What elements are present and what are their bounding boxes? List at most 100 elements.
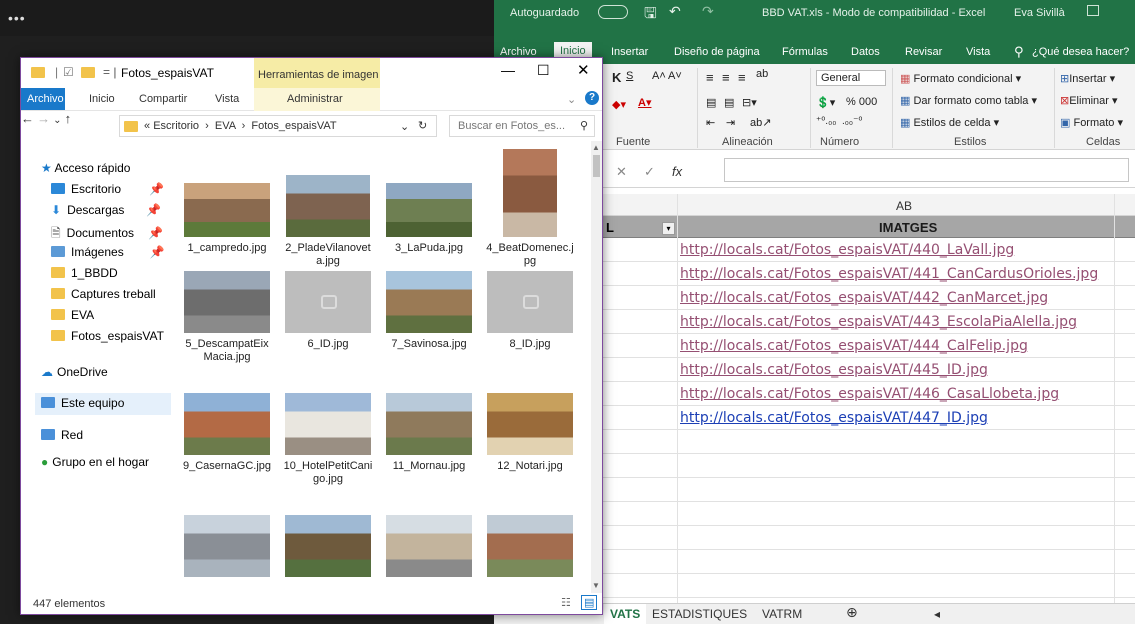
file-tile[interactable] (484, 515, 576, 582)
hyperlink-cell[interactable]: http://locals.cat/Fotos_espaisVAT/441_Ca… (680, 266, 1098, 282)
orientation-icon[interactable]: ab↗ (750, 116, 771, 129)
nav-acceso-rapido[interactable]: ★ Acceso rápido (41, 161, 130, 175)
align-left-icon[interactable]: ▤ (706, 96, 716, 109)
qat-dropdown-icon[interactable]: = | (103, 65, 116, 79)
nav-grupo-hogar[interactable]: ● Grupo en el hogar (41, 455, 149, 469)
tools-tab-herramientas[interactable]: Herramientas de imagen (254, 58, 380, 88)
new-folder-icon[interactable] (81, 67, 95, 78)
fx-icon[interactable]: fx (672, 164, 682, 179)
nav-descargas[interactable]: ⬇ Descargas 📌 (51, 203, 161, 217)
tab-compartir[interactable]: Compartir (139, 93, 187, 105)
help-icon[interactable]: ? (585, 91, 599, 105)
align-bottom-icon[interactable]: ≡ (738, 70, 746, 85)
merge-icon[interactable]: ⊟▾ (742, 96, 757, 109)
nav-fotos-espaisvat[interactable]: Fotos_espaisVAT (51, 329, 164, 343)
path-breadcrumb[interactable]: « Escritorio › EVA › Fotos_espaisVAT ⌄ ↻ (119, 115, 437, 137)
grow-font-icon[interactable]: A˄ (652, 70, 666, 82)
nav-imagenes[interactable]: Imágenes 📌 (51, 245, 165, 259)
indent-decrease-icon[interactable]: ⇤ (706, 116, 715, 129)
tab-diseno-pagina[interactable]: Diseño de página (674, 46, 760, 58)
tab-insertar[interactable]: Insertar (611, 46, 648, 58)
nav-red[interactable]: Red (41, 428, 83, 442)
file-tile[interactable]: 2_PladeVilanoveta.jpg (282, 149, 374, 268)
nav-onedrive[interactable]: ☁ OneDrive (41, 365, 108, 379)
sheet-tab-estadistiques[interactable]: ESTADISTIQUES (652, 607, 747, 621)
file-tile[interactable]: 3_LaPuda.jpg (383, 149, 475, 255)
format-cells-button[interactable]: ▣ Formato ▾ (1060, 116, 1123, 129)
file-tile[interactable]: 7_Savinosa.jpg (383, 271, 475, 351)
scroll-up-icon[interactable]: ▲ (592, 143, 600, 152)
tab-inicio-explorer[interactable]: Inicio (89, 93, 115, 105)
more-icon[interactable]: ••• (8, 10, 26, 26)
nav-documentos[interactable]: 🗎 Documentos 📌 (51, 224, 163, 245)
add-sheet-icon[interactable]: ⊕ (846, 604, 858, 621)
hyperlink-cell[interactable]: http://locals.cat/Fotos_espaisVAT/443_Es… (680, 314, 1077, 330)
indent-increase-icon[interactable]: ⇥ (726, 116, 735, 129)
breadcrumb-escritorio[interactable]: Escritorio (153, 120, 199, 132)
bold-button[interactable]: K (612, 70, 621, 85)
wrap-text-icon[interactable]: ab (756, 68, 768, 80)
file-tile[interactable]: 1_campredo.jpg (181, 149, 273, 255)
file-tile[interactable]: 5_DescampatEixMacia.jpg (181, 271, 273, 364)
enter-icon[interactable]: ✓ (644, 164, 655, 180)
number-format-select[interactable]: General (816, 70, 886, 86)
tell-me-input[interactable]: ¿Qué desea hacer? (1032, 46, 1129, 58)
excel-user[interactable]: Eva Sivillà (1014, 7, 1065, 19)
tab-vista[interactable]: Vista (966, 46, 990, 58)
file-tile[interactable]: 4_BeatDomenec.jpg (484, 149, 576, 268)
undo-icon[interactable]: ↶ (669, 3, 681, 20)
minimize-button[interactable]: — (501, 62, 515, 78)
fill-color-icon[interactable]: ◆▾ (612, 98, 626, 111)
align-middle-icon[interactable]: ≡ (722, 70, 730, 85)
header-cell-imatges[interactable]: IMATGES (879, 220, 937, 235)
filter-dropdown-icon[interactable]: ▾ (662, 222, 675, 235)
sheet-tab-vatrm[interactable]: VATRM (762, 607, 802, 621)
nav-1-bbdd[interactable]: 1_BBDD (51, 266, 118, 280)
column-ab-header[interactable]: AB (896, 199, 912, 213)
shrink-font-icon[interactable]: A˅ (668, 70, 682, 82)
hyperlink-cell[interactable]: http://locals.cat/Fotos_espaisVAT/446_Ca… (680, 386, 1059, 402)
thumbnails-view-icon[interactable]: ▤ (581, 595, 598, 610)
details-view-icon[interactable]: ☷ (561, 596, 571, 609)
font-color-icon[interactable]: A▾ (638, 96, 651, 109)
tab-datos[interactable]: Datos (851, 46, 880, 58)
tab-archivo-explorer[interactable]: Archivo (21, 88, 65, 110)
search-icon[interactable]: ⚲ (1014, 44, 1024, 60)
hscroll-left-icon[interactable]: ◂ (934, 607, 940, 621)
ribbon-display-icon[interactable] (1087, 5, 1099, 16)
insert-cells-button[interactable]: ⊞Insertar ▾ (1060, 72, 1115, 85)
search-icon[interactable]: ⚲ (580, 119, 588, 132)
nav-este-equipo[interactable]: Este equipo (35, 393, 171, 415)
tab-vista-explorer[interactable]: Vista (215, 93, 239, 105)
forward-icon[interactable]: → (37, 111, 50, 126)
currency-icon[interactable]: 💲▾ (816, 96, 835, 109)
file-tile[interactable] (282, 515, 374, 582)
scroll-thumb[interactable] (593, 155, 600, 177)
search-input[interactable]: Buscar en Fotos_es... ⚲ (449, 115, 595, 137)
conditional-format-button[interactable]: ▦ Formato condicional ▾ (900, 72, 1021, 85)
file-tile[interactable] (181, 515, 273, 582)
nav-escritorio[interactable]: Escritorio 📌 (51, 182, 164, 196)
format-table-button[interactable]: ▦ Dar formato como tabla ▾ (900, 94, 1037, 107)
tab-formulas[interactable]: Fórmulas (782, 46, 828, 58)
file-tile[interactable]: 8_ID.jpg (484, 271, 576, 351)
cancel-icon[interactable]: ✕ (616, 164, 627, 180)
path-dropdown-icon[interactable]: ⌄ (400, 120, 409, 133)
ribbon-expand-icon[interactable]: ⌄ (567, 93, 576, 106)
file-tile[interactable]: 10_HotelPetitCanigo.jpg (282, 393, 374, 486)
file-tile[interactable]: 11_Mornau.jpg (383, 393, 475, 473)
align-top-icon[interactable]: ≡ (706, 70, 714, 85)
hyperlink-cell[interactable]: http://locals.cat/Fotos_espaisVAT/442_Ca… (680, 290, 1048, 306)
nav-eva[interactable]: EVA (51, 308, 94, 322)
delete-cells-button[interactable]: ⊠Eliminar ▾ (1060, 94, 1118, 107)
hyperlink-cell[interactable]: http://locals.cat/Fotos_espaisVAT/445_ID… (680, 362, 988, 378)
up-icon[interactable]: ↑ (65, 111, 72, 126)
underline-button[interactable]: S (626, 70, 633, 82)
decimal-increase-icon[interactable]: ⁺⁰.₀₀ (816, 116, 836, 127)
close-button[interactable]: ✕ (577, 61, 590, 79)
percent-icon[interactable]: % 000 (846, 96, 877, 108)
nav-captures-treball[interactable]: Captures treball (51, 287, 156, 301)
hyperlink-cell[interactable]: http://locals.cat/Fotos_espaisVAT/444_Ca… (680, 338, 1028, 354)
formula-input[interactable] (724, 158, 1129, 182)
redo-icon[interactable]: ↷ (702, 3, 714, 20)
